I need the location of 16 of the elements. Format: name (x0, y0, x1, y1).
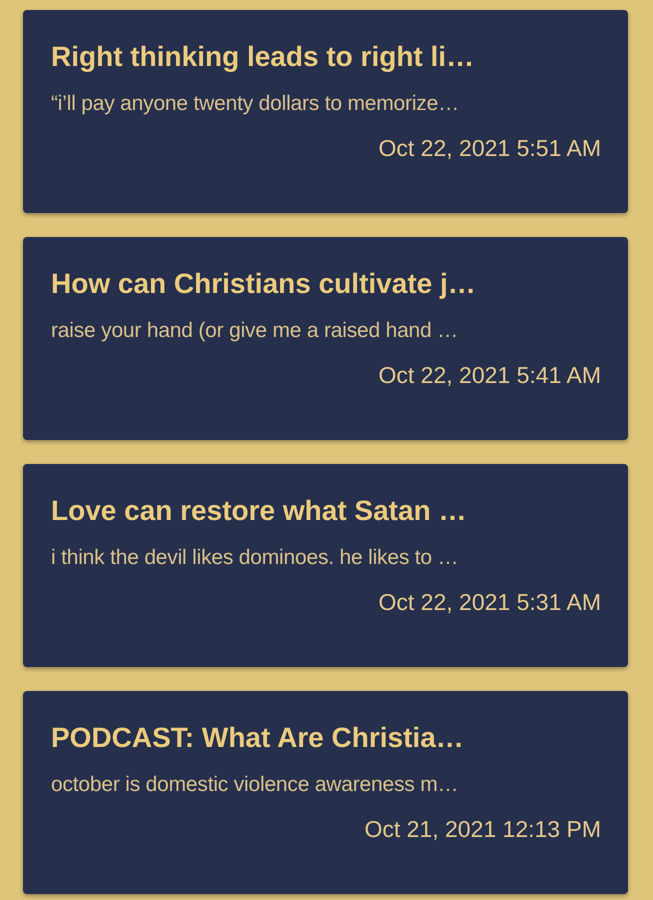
post-excerpt: october is domestic violence awareness m… (51, 772, 460, 798)
post-title: How can Christians cultivate j… (51, 267, 477, 301)
post-title: PODCAST: What Are Christia… (51, 721, 465, 755)
post-date: Oct 22, 2021 5:31 AM (378, 588, 601, 618)
post-excerpt: “i’ll pay anyone twenty dollars to memorize… (51, 90, 460, 117)
post-card[interactable]: PODCAST: What Are Christia… october is domestic violence awareness m… Oct 21, 2021 12:13 PM (23, 691, 628, 894)
post-excerpt: raise your hand (or give me a raised hand … (51, 318, 459, 344)
post-date: Oct 22, 2021 5:41 AM (378, 361, 601, 390)
post-excerpt: i think the devil likes dominoes. he likes to … (51, 544, 460, 571)
post-card[interactable]: Love can restore what Satan … i think the devil likes dominoes. he likes to … Oct 22, 2021 5:31 AM (23, 464, 628, 667)
post-card[interactable]: Right thinking leads to right li… “i’ll pay anyone twenty dollars to memorize… Oct 22, 2021 5:51 AM (23, 10, 628, 213)
post-card[interactable]: How can Christians cultivate j… raise your hand (or give me a raised hand … Oct 22, 2021 5:41 AM (23, 237, 628, 440)
post-title: Love can restore what Satan … (51, 494, 468, 528)
post-date: Oct 22, 2021 5:51 AM (378, 134, 601, 164)
post-date: Oct 21, 2021 12:13 PM (364, 815, 601, 844)
post-title: Right thinking leads to right li… (51, 40, 476, 74)
